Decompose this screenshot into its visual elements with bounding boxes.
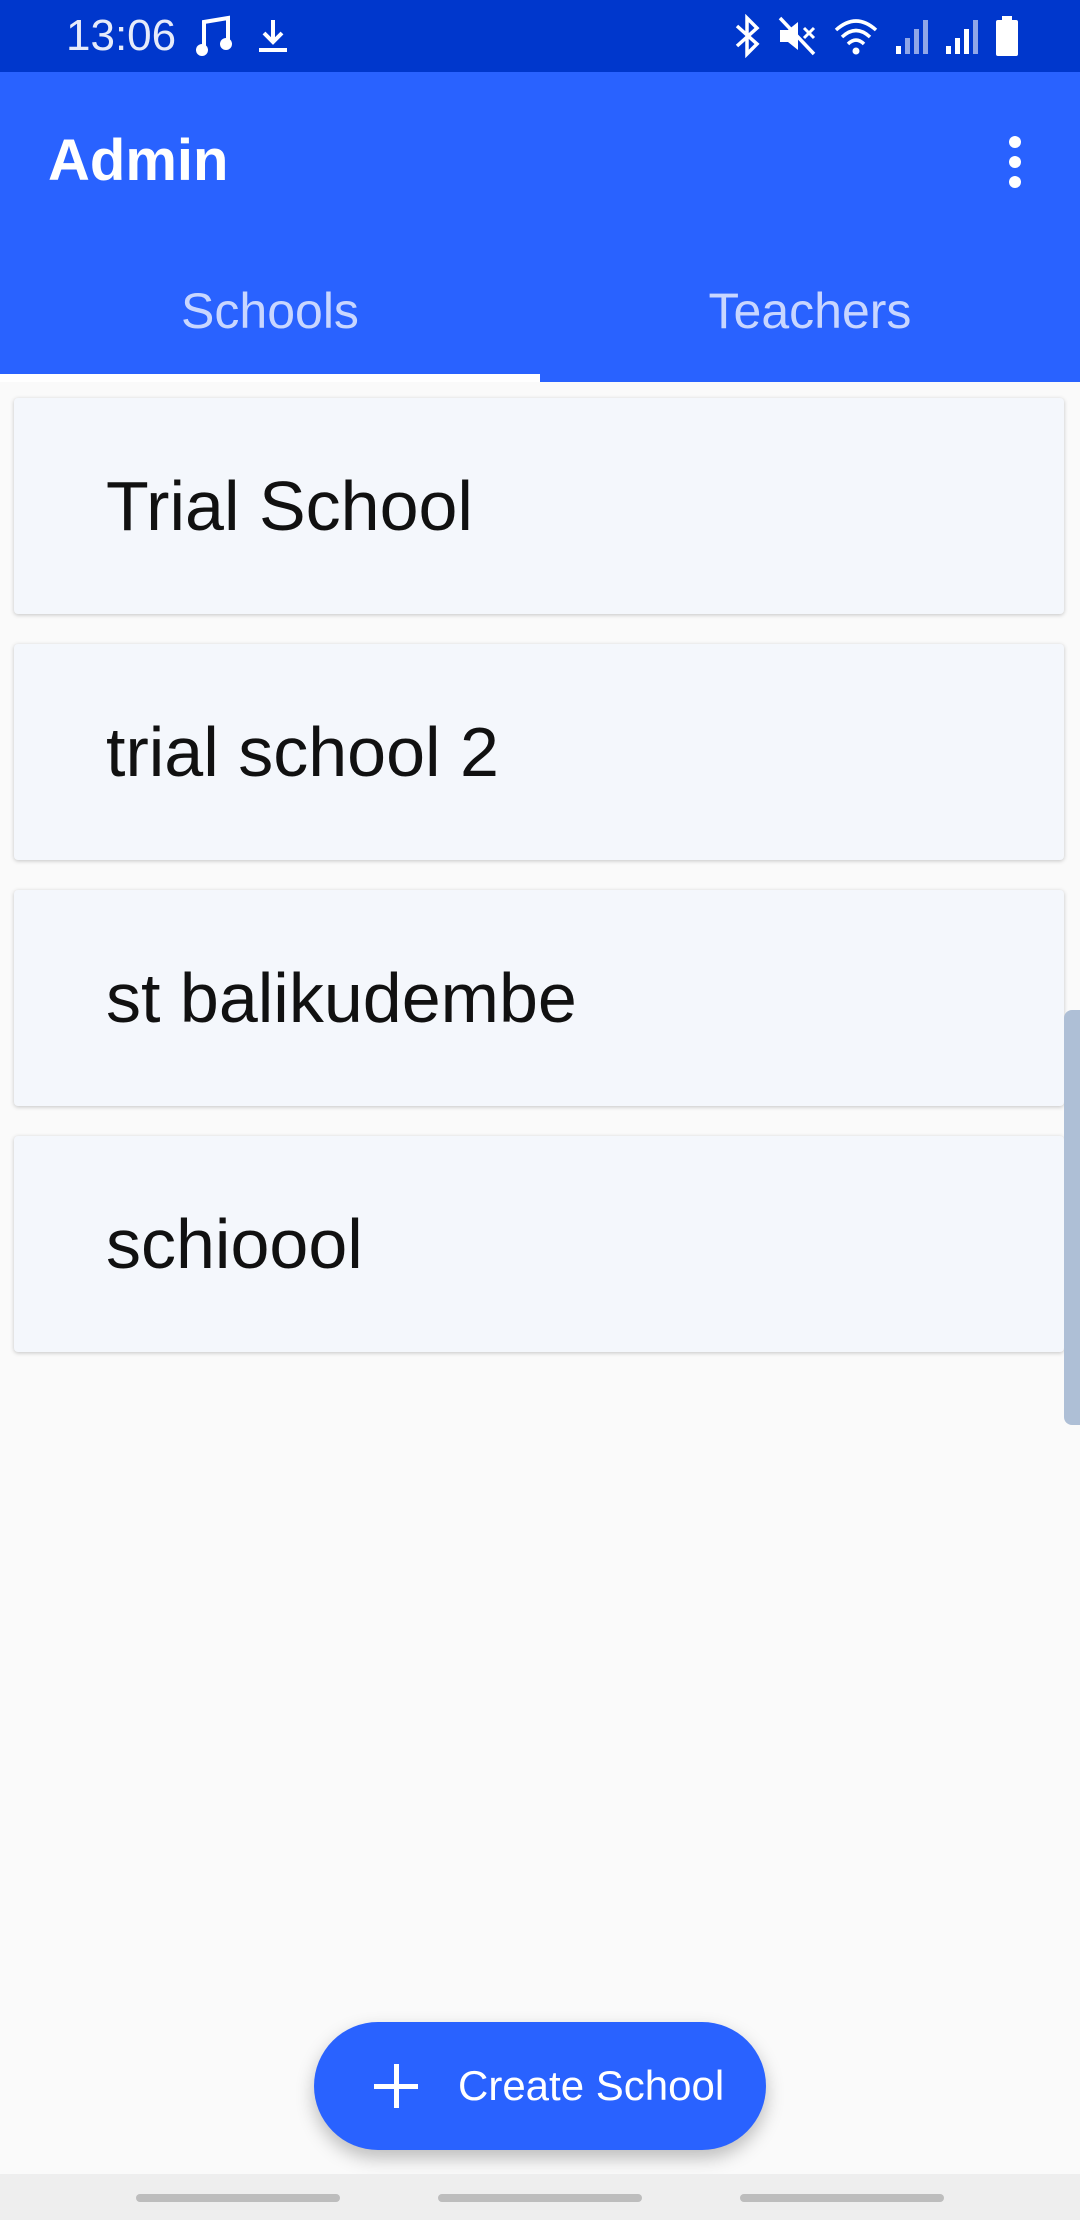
school-name: schioool: [106, 1205, 363, 1283]
more-vert-icon: [1009, 136, 1021, 148]
bluetooth-icon: [735, 14, 760, 58]
nav-home-handle[interactable]: [438, 2194, 642, 2202]
download-icon: [259, 20, 287, 52]
nav-back-handle[interactable]: [740, 2194, 944, 2202]
page-title: Admin: [48, 128, 229, 193]
school-name: trial school 2: [106, 713, 499, 791]
tab-label: Schools: [181, 283, 359, 339]
system-nav-bar: [0, 2174, 1080, 2220]
tab-teachers[interactable]: Teachers: [540, 240, 1080, 382]
more-options-button[interactable]: [980, 122, 1050, 202]
create-school-label: Create School: [458, 2062, 725, 2109]
school-name: Trial School: [106, 467, 473, 545]
tab-bar: Schools Teachers: [0, 240, 1080, 382]
status-right-icons: [732, 14, 1020, 58]
app-bar: Admin Schools Teachers: [0, 72, 1080, 382]
school-name: st balikudembe: [106, 959, 577, 1037]
tab-schools[interactable]: Schools: [0, 240, 540, 382]
mute-icon: [778, 16, 816, 56]
wifi-icon: [834, 19, 878, 55]
school-card[interactable]: trial school 2: [14, 644, 1064, 860]
status-time: 13:06: [66, 11, 177, 60]
more-vert-icon-dot: [1009, 156, 1021, 168]
more-vert-icon-dot: [1009, 176, 1021, 188]
signal-icon: [946, 20, 978, 54]
scrollbar-thumb[interactable]: [1064, 1010, 1080, 1425]
nav-recents-handle[interactable]: [136, 2194, 340, 2202]
create-school-button[interactable]: Create School: [314, 2022, 766, 2150]
school-card[interactable]: Trial School: [14, 398, 1064, 614]
battery-icon: [996, 16, 1018, 56]
tab-label: Teachers: [708, 283, 912, 339]
school-card[interactable]: st balikudembe: [14, 890, 1064, 1106]
status-bar: 13:06: [0, 0, 1080, 72]
signal-icon: [896, 20, 928, 54]
plus-icon: [374, 2064, 418, 2108]
music-note-icon: [196, 15, 232, 56]
school-list: Trial School trial school 2 st balikudem…: [14, 398, 1064, 1382]
school-card[interactable]: schioool: [14, 1136, 1064, 1352]
status-left-icons: [194, 14, 290, 58]
